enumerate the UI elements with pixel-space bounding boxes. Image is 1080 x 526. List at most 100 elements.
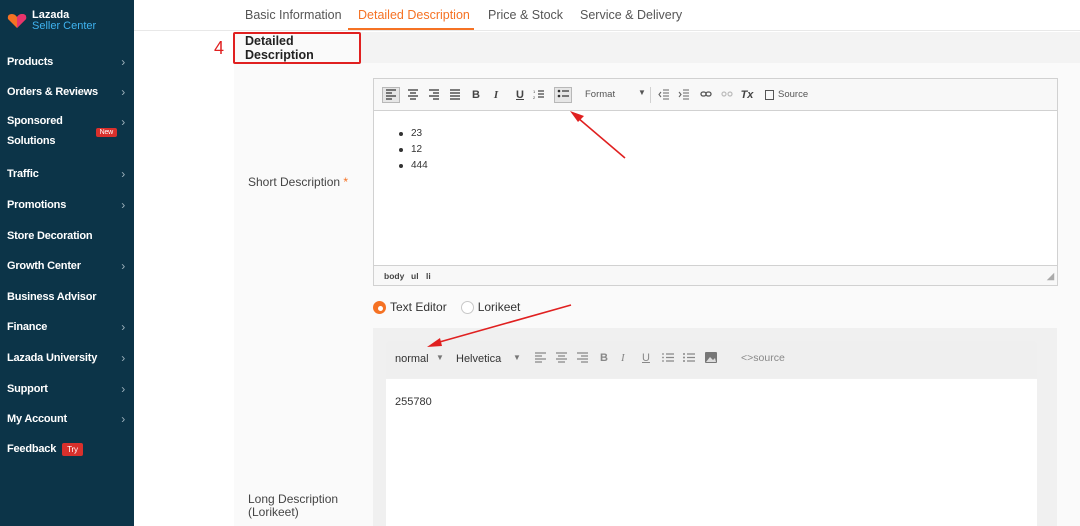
long-description-editor-content[interactable] bbox=[386, 379, 1037, 526]
sidebar-item-label: Promotions bbox=[7, 199, 67, 211]
align-right-icon[interactable] bbox=[577, 352, 588, 366]
underline-button[interactable]: U bbox=[642, 352, 650, 364]
sidebar-item-my-account[interactable]: My Account › bbox=[7, 412, 129, 426]
sidebar-item-label: Store Decoration bbox=[7, 230, 93, 242]
list-item: 23 bbox=[399, 128, 428, 144]
unlink-button[interactable] bbox=[720, 88, 734, 102]
sidebar: Lazada Seller Center Products › Orders &… bbox=[0, 0, 134, 526]
chevron-right-icon: › bbox=[121, 85, 125, 99]
sidebar-item-label: Support bbox=[7, 383, 48, 395]
underline-button[interactable]: U bbox=[513, 88, 527, 102]
indent-icon bbox=[678, 89, 689, 100]
ordered-list-icon[interactable] bbox=[662, 352, 674, 366]
chevron-right-icon: › bbox=[121, 320, 125, 334]
font-size-dropdown[interactable]: normal bbox=[395, 353, 429, 365]
unlink-icon bbox=[721, 91, 733, 97]
tab-basic-information[interactable]: Basic Information bbox=[245, 8, 342, 22]
tab-detailed-description[interactable]: Detailed Description bbox=[358, 8, 470, 22]
image-icon[interactable] bbox=[705, 352, 717, 366]
indent-button[interactable] bbox=[677, 88, 691, 102]
source-label: Source bbox=[778, 89, 809, 100]
source-doc-icon bbox=[765, 89, 774, 100]
align-left-icon bbox=[386, 89, 396, 100]
sidebar-item-label: Traffic bbox=[7, 168, 39, 180]
sidebar-item-traffic[interactable]: Traffic › bbox=[7, 167, 129, 181]
path-item[interactable]: ul bbox=[411, 271, 419, 281]
editor-content[interactable]: 23 12 444 bbox=[374, 112, 1057, 265]
align-center-button[interactable] bbox=[406, 88, 420, 102]
sidebar-item-label: Finance bbox=[7, 321, 48, 333]
justify-button[interactable] bbox=[448, 88, 462, 102]
link-button[interactable] bbox=[699, 88, 713, 102]
long-description-text: 255780 bbox=[395, 396, 432, 408]
lazada-logo[interactable]: Lazada Seller Center bbox=[7, 10, 96, 32]
sidebar-item-support[interactable]: Support › bbox=[7, 382, 129, 396]
sidebar-item-label: Business Advisor bbox=[7, 291, 97, 303]
align-left-icon[interactable] bbox=[535, 352, 546, 366]
new-badge: New bbox=[95, 128, 117, 137]
svg-text:1: 1 bbox=[533, 89, 536, 94]
sidebar-item-products[interactable]: Products › bbox=[7, 55, 129, 69]
bold-button[interactable]: B bbox=[469, 88, 483, 102]
bulleted-list-button[interactable] bbox=[554, 87, 572, 103]
source-button[interactable]: Source bbox=[765, 89, 808, 100]
element-path-bar: body ul li ◢ bbox=[374, 265, 1057, 285]
toolbar-divider bbox=[650, 87, 651, 103]
short-description-editor: B I U 12 Format ▼ Tx Source 23 12 444 bo… bbox=[373, 78, 1058, 286]
sidebar-item-finance[interactable]: Finance › bbox=[7, 320, 129, 334]
sidebar-item-feedback[interactable]: Feedback Try bbox=[7, 442, 129, 456]
resize-handle-icon[interactable]: ◢ bbox=[1047, 271, 1054, 283]
tab-price-stock[interactable]: Price & Stock bbox=[488, 8, 563, 22]
sidebar-item-business-advisor[interactable]: Business Advisor bbox=[7, 290, 129, 304]
numbered-list-icon: 12 bbox=[533, 89, 544, 100]
step-number-annotation: 4 bbox=[214, 38, 225, 58]
path-item[interactable]: li bbox=[426, 271, 431, 281]
numbered-list-button[interactable]: 12 bbox=[532, 88, 546, 102]
chevron-right-icon: › bbox=[121, 115, 125, 129]
radio-text-editor[interactable] bbox=[373, 300, 386, 314]
sidebar-item-lazada-university[interactable]: Lazada University › bbox=[7, 351, 129, 365]
sidebar-item-label-line2: Solutions bbox=[7, 135, 56, 147]
lazada-heart-icon bbox=[7, 14, 27, 28]
bullet-list-icon[interactable] bbox=[683, 352, 695, 366]
align-left-button[interactable] bbox=[382, 87, 400, 103]
outdent-button[interactable] bbox=[657, 88, 671, 102]
italic-button[interactable]: I bbox=[489, 88, 503, 102]
chevron-right-icon: › bbox=[121, 412, 125, 426]
sidebar-item-label: Growth Center bbox=[7, 260, 81, 272]
format-dropdown[interactable]: Format bbox=[585, 89, 615, 100]
path-item[interactable]: body bbox=[384, 271, 404, 281]
page-root: Lazada Seller Center Products › Orders &… bbox=[0, 0, 1080, 526]
source-button[interactable]: <>source bbox=[741, 352, 785, 364]
sidebar-item-orders-reviews[interactable]: Orders & Reviews › bbox=[7, 85, 129, 99]
align-right-button[interactable] bbox=[427, 88, 441, 102]
chevron-down-icon: ▼ bbox=[513, 353, 521, 362]
italic-button[interactable]: I bbox=[621, 352, 625, 364]
radio-lorikeet[interactable] bbox=[460, 300, 474, 314]
sidebar-item-label: Sponsored bbox=[7, 115, 63, 127]
list-item: 444 bbox=[399, 160, 428, 176]
sidebar-item-growth-center[interactable]: Growth Center › bbox=[7, 259, 129, 273]
svg-text:2: 2 bbox=[533, 95, 536, 100]
radio-lorikeet-label[interactable]: Lorikeet bbox=[478, 300, 521, 314]
logo-subtitle: Seller Center bbox=[32, 20, 97, 32]
sidebar-item-promotions[interactable]: Promotions › bbox=[7, 198, 129, 212]
required-mark: * bbox=[343, 175, 349, 189]
sidebar-item-sponsored-solutions[interactable]: Sponsored Solutions › New bbox=[7, 115, 129, 151]
outdent-icon bbox=[658, 89, 669, 100]
font-family-dropdown[interactable]: Helvetica bbox=[456, 353, 501, 365]
bulleted-list-icon bbox=[557, 89, 569, 98]
bold-button[interactable]: B bbox=[600, 352, 608, 364]
radio-text-editor-label[interactable]: Text Editor bbox=[390, 300, 447, 314]
align-center-icon[interactable] bbox=[556, 352, 567, 366]
chevron-right-icon: › bbox=[121, 198, 125, 212]
tab-service-delivery[interactable]: Service & Delivery bbox=[580, 8, 682, 22]
link-icon bbox=[700, 91, 712, 97]
justify-icon bbox=[450, 89, 460, 100]
short-description-label: Short Description * bbox=[248, 175, 348, 189]
long-description-label-line2: (Lorikeet) bbox=[248, 505, 299, 519]
sidebar-item-store-decoration[interactable]: Store Decoration bbox=[7, 229, 129, 243]
editor-choice-group: Text Editor Lorikeet bbox=[373, 300, 534, 314]
remove-format-button[interactable]: Tx bbox=[740, 88, 754, 102]
sidebar-item-label: My Account bbox=[7, 413, 67, 425]
